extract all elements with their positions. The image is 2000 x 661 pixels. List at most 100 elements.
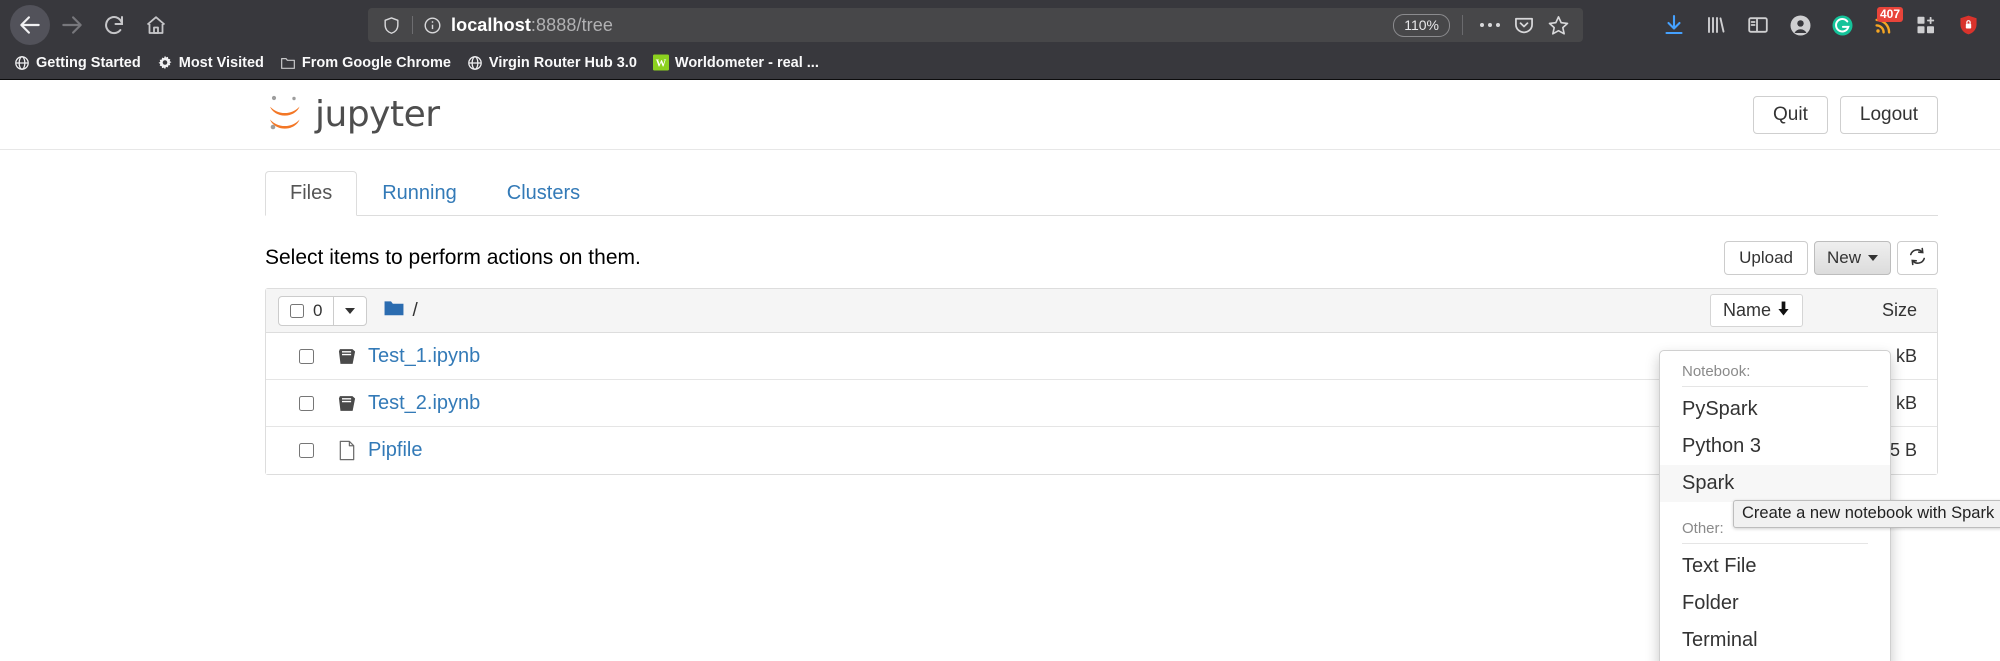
ellipsis-icon[interactable] bbox=[1473, 10, 1507, 40]
library-icon[interactable] bbox=[1696, 5, 1736, 45]
actions-row: Select items to perform actions on them.… bbox=[265, 238, 1938, 278]
worldometer-icon: W bbox=[652, 54, 669, 71]
menu-item-python-3[interactable]: Python 3 bbox=[1660, 428, 1890, 465]
menu-item-spark[interactable]: Spark bbox=[1660, 465, 1890, 502]
menu-item-terminal[interactable]: Terminal bbox=[1660, 622, 1890, 659]
url-bar-container: localhost:8888/tree 110% bbox=[368, 8, 1583, 42]
bookmark-label: Most Visited bbox=[178, 54, 264, 71]
browser-chrome: localhost:8888/tree 110% 407 Getting Sta… bbox=[0, 0, 2000, 80]
notebook-icon bbox=[336, 394, 358, 413]
selected-count: 0 bbox=[313, 300, 323, 320]
tab-running[interactable]: Running bbox=[357, 171, 482, 216]
chevron-down-icon bbox=[1868, 255, 1878, 261]
bookmark-virgin-router-hub[interactable]: Virgin Router Hub 3.0 bbox=[459, 53, 645, 73]
tooltip: Create a new notebook with Spark bbox=[1733, 500, 2000, 528]
globe-icon bbox=[14, 55, 30, 71]
browser-extensions-area: 407 bbox=[1654, 5, 1990, 45]
url-divider bbox=[412, 16, 413, 34]
sidebar-icon[interactable] bbox=[1738, 5, 1778, 45]
file-list-header-right: Name Size bbox=[1709, 294, 1923, 327]
upload-button[interactable]: Upload bbox=[1724, 241, 1808, 275]
chevron-down-icon bbox=[345, 307, 356, 314]
home-icon bbox=[144, 13, 168, 37]
breadcrumb: / bbox=[383, 299, 418, 323]
folder-icon bbox=[280, 55, 296, 71]
tab-clusters[interactable]: Clusters bbox=[482, 171, 605, 216]
arrow-down-icon bbox=[1777, 300, 1790, 321]
jupyter-logo-text: jupyter bbox=[315, 94, 440, 135]
file-icon bbox=[336, 440, 358, 461]
logout-button[interactable]: Logout bbox=[1839, 95, 1938, 134]
rss-feed-icon[interactable]: 407 bbox=[1864, 5, 1904, 45]
jupyter-logo[interactable]: jupyter bbox=[265, 90, 440, 139]
star-icon[interactable] bbox=[1541, 10, 1575, 40]
select-all-checkbox[interactable] bbox=[290, 303, 304, 318]
pocket-icon[interactable] bbox=[1507, 10, 1541, 40]
reload-button[interactable] bbox=[94, 5, 134, 45]
zoom-level-badge[interactable]: 110% bbox=[1393, 13, 1450, 37]
sort-label: Name bbox=[1722, 300, 1771, 320]
row-checkbox[interactable] bbox=[299, 348, 314, 364]
tab-bar: Files Running Clusters bbox=[265, 171, 1938, 216]
bookmark-label: From Google Chrome bbox=[301, 54, 451, 71]
dropdown-divider bbox=[1682, 543, 1868, 544]
menu-item-pyspark[interactable]: PySpark bbox=[1660, 391, 1890, 428]
urlbar-separator bbox=[1462, 15, 1463, 35]
bookmark-from-google-chrome[interactable]: From Google Chrome bbox=[272, 53, 459, 73]
header-actions: Quit Logout bbox=[1753, 95, 1938, 134]
downloads-icon[interactable] bbox=[1654, 5, 1694, 45]
extensions-icon[interactable] bbox=[1906, 5, 1946, 45]
select-all-checkbox-box[interactable]: 0 bbox=[279, 297, 333, 325]
select-dropdown-toggle[interactable] bbox=[333, 296, 366, 325]
row-checkbox[interactable] bbox=[299, 395, 314, 411]
reload-icon bbox=[102, 13, 126, 37]
back-button[interactable] bbox=[10, 5, 50, 45]
arrow-right-icon bbox=[59, 12, 85, 38]
size-column-header[interactable]: Size bbox=[1803, 300, 1923, 321]
new-button[interactable]: New bbox=[1813, 241, 1891, 275]
bookmarks-bar: Getting Started Most Visited From Google… bbox=[0, 50, 2000, 80]
bookmark-getting-started[interactable]: Getting Started bbox=[6, 53, 149, 73]
menu-item-folder[interactable]: Folder bbox=[1660, 585, 1890, 622]
forward-button[interactable] bbox=[52, 5, 92, 45]
url-host: localhost bbox=[451, 14, 531, 35]
tab-files[interactable]: Files bbox=[265, 171, 358, 216]
shield-icon[interactable] bbox=[376, 15, 406, 36]
breadcrumb-root[interactable]: / bbox=[412, 300, 417, 322]
file-name-link[interactable]: Test_1.ipynb bbox=[368, 345, 480, 368]
url-path: :8888/tree bbox=[530, 14, 613, 35]
sort-by-name-button[interactable]: Name bbox=[1709, 294, 1803, 327]
url-bar[interactable]: localhost:8888/tree 110% bbox=[368, 8, 1583, 42]
grammarly-icon[interactable] bbox=[1822, 5, 1862, 45]
url-text[interactable]: localhost:8888/tree bbox=[445, 15, 1393, 36]
file-name-link[interactable]: Test_2.ipynb bbox=[368, 392, 480, 415]
file-list-header: 0 / Name Size bbox=[266, 289, 1937, 333]
rss-unread-badge: 407 bbox=[1876, 7, 1903, 22]
file-name-link[interactable]: Pipfile bbox=[368, 439, 422, 462]
actions-right: Upload New bbox=[1724, 241, 1938, 275]
quit-button[interactable]: Quit bbox=[1753, 95, 1828, 134]
gear-icon bbox=[157, 55, 173, 71]
menu-item-text-file[interactable]: Text File bbox=[1660, 548, 1890, 585]
bookmark-label: Getting Started bbox=[36, 54, 141, 71]
refresh-icon bbox=[1908, 247, 1927, 269]
arrow-left-icon bbox=[17, 12, 43, 38]
globe-icon bbox=[467, 55, 483, 71]
bookmark-most-visited[interactable]: Most Visited bbox=[149, 53, 272, 73]
browser-toolbar: localhost:8888/tree 110% 407 bbox=[0, 0, 2000, 50]
home-button[interactable] bbox=[136, 5, 176, 45]
notebook-icon bbox=[336, 347, 358, 366]
lock-extension-icon[interactable] bbox=[1948, 5, 1988, 45]
row-checkbox[interactable] bbox=[299, 443, 314, 458]
jupyter-page: jupyter Quit Logout Files Running Cluste… bbox=[0, 80, 2000, 661]
new-button-label: New bbox=[1826, 248, 1861, 267]
folder-icon bbox=[383, 299, 405, 323]
bookmark-label: Worldometer - real ... bbox=[674, 54, 819, 71]
bookmark-label: Virgin Router Hub 3.0 bbox=[488, 54, 637, 71]
select-all-group[interactable]: 0 bbox=[278, 295, 368, 326]
bookmark-worldometer[interactable]: W Worldometer - real ... bbox=[645, 53, 827, 73]
info-circle-icon[interactable] bbox=[419, 16, 445, 35]
refresh-button[interactable] bbox=[1897, 241, 1938, 275]
svg-text:W: W bbox=[656, 59, 667, 70]
account-icon[interactable] bbox=[1780, 5, 1820, 45]
